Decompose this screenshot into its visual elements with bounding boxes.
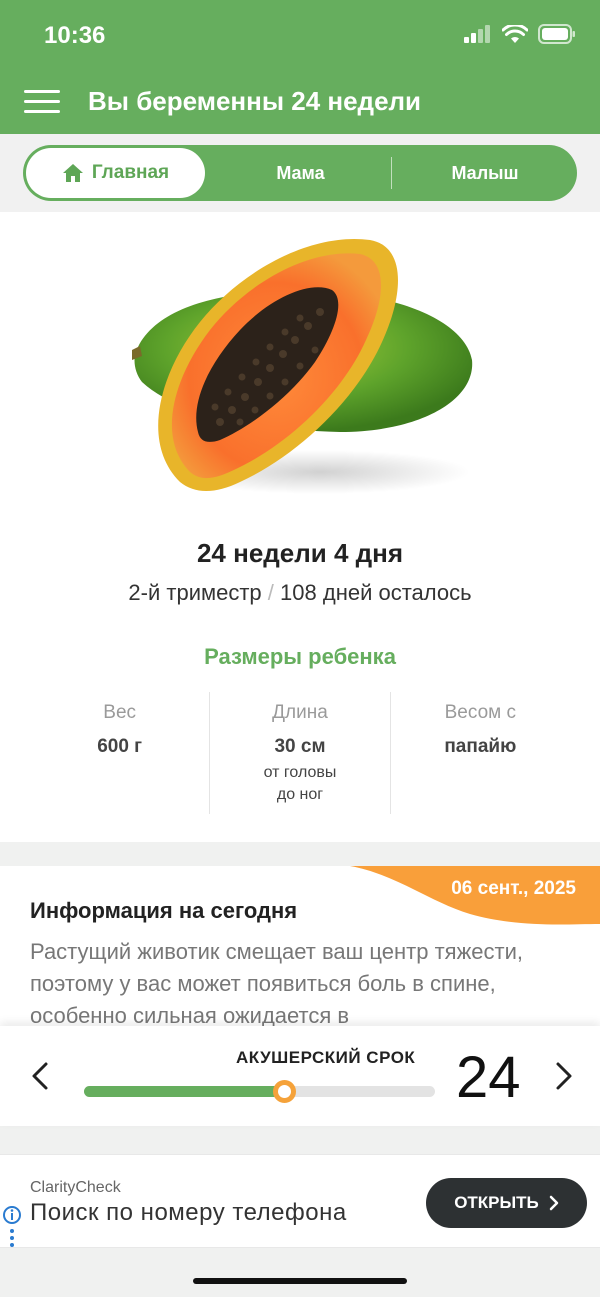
battery-icon <box>538 24 575 44</box>
weight-value: 600 г <box>97 736 143 757</box>
today-info-text: Растущий животик смещает ваш центр тяжес… <box>30 939 524 1026</box>
size-col-weight: Вес 600 г <box>30 692 209 814</box>
tab-mom[interactable]: Мама <box>213 145 388 201</box>
tab-strip: Главная Мама Малыш <box>0 134 600 212</box>
week-subtitle: 2-й триместр / 108 дней осталось <box>0 580 600 606</box>
length-label: Длина <box>272 702 328 723</box>
length-value: 30 см <box>274 736 326 757</box>
weight-label: Вес <box>103 702 137 723</box>
compare-value: папайю <box>444 736 517 757</box>
wifi-icon <box>502 24 528 43</box>
home-indicator[interactable] <box>193 1278 407 1284</box>
subtitle-separator: / <box>267 580 274 605</box>
days-left-text: 108 дней осталось <box>280 580 472 605</box>
term-slider-panel: АКУШЕРСКИЙ СРОК 24 <box>0 1026 600 1126</box>
page-title: Вы беременны 24 недели <box>88 86 422 116</box>
home-icon <box>62 164 83 182</box>
chevron-right-icon[interactable] <box>548 1058 578 1094</box>
menu-icon[interactable] <box>24 88 62 116</box>
main-card: 24 недели 4 дня 2-й триместр / 108 дней … <box>0 212 600 842</box>
ad-open-button[interactable]: ОТКРЫТЬ <box>426 1178 587 1228</box>
size-col-compare: Весом с папайю <box>389 692 570 814</box>
size-col-length: Длина 30 см от головы до ног <box>209 692 389 814</box>
length-note-line2: до ног <box>276 786 324 803</box>
today-info-title: Информация на сегодня <box>30 898 298 923</box>
ad-text: Поиск по номеру телефона <box>30 1199 347 1226</box>
signal-icon <box>464 25 490 43</box>
baby-size-heading: Размеры ребенка <box>204 644 396 669</box>
tab-home[interactable]: Главная <box>26 148 205 198</box>
baby-size-columns: Вес 600 г Длина 30 см от головы до ног В… <box>30 692 570 814</box>
term-slider-track[interactable] <box>84 1080 435 1103</box>
today-info-card[interactable]: 06 сент., 2025 Информация на сегодня Рас… <box>0 866 600 1026</box>
ad-open-label: ОТКРЫТЬ <box>454 1193 539 1212</box>
status-time: 10:36 <box>44 22 106 49</box>
tab-group: Главная Мама Малыш <box>23 145 577 201</box>
tab-divider <box>391 157 392 189</box>
papaya-image <box>132 238 473 494</box>
status-icons <box>464 24 576 44</box>
info-icon[interactable] <box>2 1205 22 1249</box>
ad-brand: ClarityCheck <box>30 1179 121 1196</box>
chevron-right-icon <box>549 1195 559 1211</box>
term-slider-fill <box>84 1086 285 1097</box>
status-bar: 10:36 <box>0 0 600 70</box>
term-slider-thumb[interactable] <box>273 1080 297 1103</box>
app-bar: Вы беременны 24 недели <box>0 70 600 134</box>
length-note-line1: от головы <box>263 764 337 781</box>
today-date: 06 сент., 2025 <box>451 878 576 899</box>
term-week-number: 24 <box>456 1045 521 1110</box>
term-label: АКУШЕРСКИЙ СРОК <box>236 1048 416 1067</box>
ad-banner[interactable]: ClarityCheck Поиск по номеру телефона ОТ… <box>0 1154 600 1248</box>
week-title: 24 недели 4 дня <box>196 538 404 568</box>
compare-label: Весом с <box>444 702 516 723</box>
trimester-text: 2-й триместр <box>128 580 262 605</box>
tab-baby[interactable]: Малыш <box>393 145 577 201</box>
tab-home-label: Главная <box>91 162 170 183</box>
chevron-left-icon[interactable] <box>26 1058 56 1094</box>
